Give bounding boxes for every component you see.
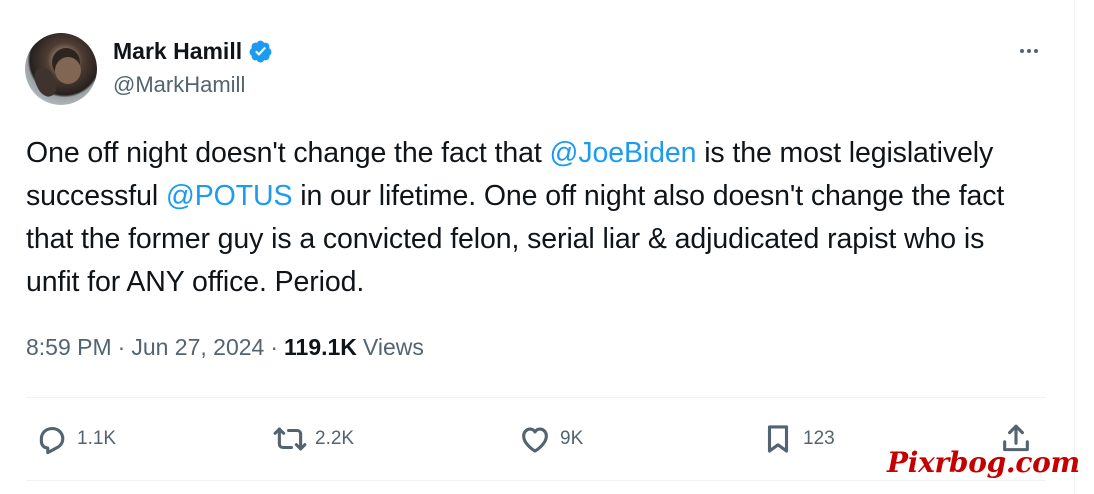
bookmark-icon	[767, 425, 789, 453]
author-handle[interactable]: @MarkHamill	[113, 72, 245, 98]
reply-button[interactable]: 1.1K	[35, 421, 116, 457]
retweet-count: 2.2K	[315, 428, 355, 449]
watermark: Pixrbog.com	[887, 446, 1080, 479]
tweet-time[interactable]: 8:59 PM	[26, 334, 112, 361]
author-display-name[interactable]: Mark Hamill	[113, 38, 242, 65]
right-border	[1074, 0, 1075, 494]
tweet-date[interactable]: Jun 27, 2024	[131, 334, 264, 361]
tweet-text-segment: One off night doesn't change the fact th…	[26, 137, 550, 169]
tweet-text: One off night doesn't change the fact th…	[26, 132, 1026, 304]
bottom-divider	[26, 480, 1046, 481]
view-count: 119.1K	[284, 334, 357, 360]
tweet-metadata: 8:59 PM · Jun 27, 2024 · 119.1K Views	[26, 334, 424, 361]
separator: ·	[117, 334, 126, 360]
divider	[26, 397, 1046, 398]
more-dot-icon	[1020, 49, 1024, 53]
retweet-button[interactable]: 2.2K	[273, 421, 354, 457]
reply-icon	[39, 426, 65, 455]
reply-count: 1.1K	[77, 428, 117, 449]
like-button[interactable]: 9K	[518, 421, 583, 457]
retweet-icon	[273, 427, 307, 451]
bookmark-count: 123	[803, 428, 835, 449]
like-count: 9K	[560, 428, 584, 449]
avatar[interactable]	[25, 33, 97, 105]
verified-badge-icon	[249, 40, 272, 62]
separator: ·	[270, 334, 279, 360]
bookmark-button[interactable]: 123	[761, 421, 835, 457]
mention-joebiden-link[interactable]: @JoeBiden	[550, 137, 697, 169]
tweet-card: Mark Hamill @MarkHamill One off night do…	[0, 0, 1074, 494]
author-name-row: Mark Hamill	[113, 36, 273, 66]
more-dot-icon	[1027, 49, 1031, 53]
views-label: Views	[362, 334, 424, 360]
more-dot-icon	[1034, 49, 1038, 53]
more-options-button[interactable]	[1014, 40, 1044, 62]
like-icon	[522, 427, 548, 453]
mention-potus-link[interactable]: @POTUS	[166, 180, 293, 212]
